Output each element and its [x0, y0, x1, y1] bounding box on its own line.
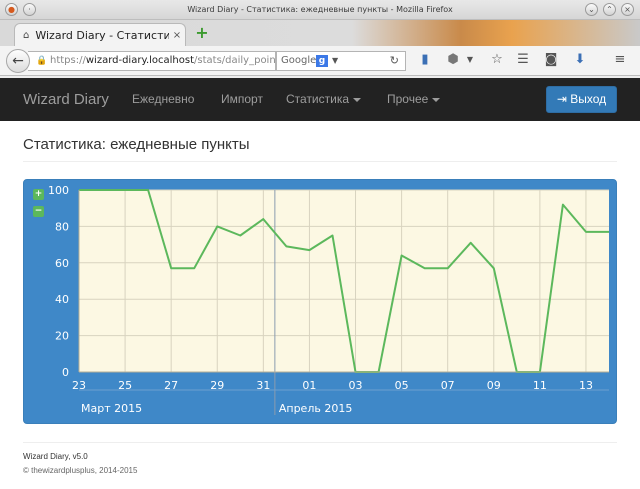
url-scheme: https://	[50, 55, 86, 66]
back-button[interactable]: ←	[6, 49, 30, 73]
x-tick-label: 01	[302, 379, 316, 392]
y-tick-label: 100	[48, 184, 69, 197]
nav-daily[interactable]: Ежедневно	[132, 78, 194, 121]
month-label: Март 2015	[81, 402, 142, 415]
y-tick-label: 60	[55, 257, 69, 270]
x-tick-label: 29	[210, 379, 224, 392]
title-divider	[23, 161, 617, 162]
x-tick-label: 31	[256, 379, 270, 392]
search-dropdown-icon[interactable]: ▼	[332, 52, 338, 70]
nav-other[interactable]: Прочее	[387, 78, 441, 121]
footer-version: Wizard Diary, v5.0	[23, 452, 88, 461]
window-close-icon[interactable]: ×	[621, 3, 634, 16]
tab-close-icon[interactable]: ×	[169, 30, 185, 41]
tab-strip: ⌂ Wizard Diary - Статисти... × +	[0, 20, 640, 46]
y-tick-label: 80	[55, 220, 69, 233]
bookmark-icon[interactable]: ▮	[417, 52, 433, 68]
y-tick-label: 0	[62, 366, 69, 379]
footer-divider	[23, 442, 617, 443]
nav-statistics-label: Статистика	[286, 92, 350, 106]
hamburger-menu-icon[interactable]: ≡	[612, 52, 628, 68]
caret-down-icon	[353, 97, 362, 102]
page-title: Статистика: ежедневные пункты	[23, 136, 250, 153]
x-tick-label: 05	[395, 379, 409, 392]
reader-icon[interactable]: ☰	[515, 52, 531, 68]
back-arrow-icon: ←	[12, 53, 24, 69]
adblock-icon[interactable]: ⬢	[445, 52, 461, 68]
reload-icon[interactable]: ↻	[390, 52, 399, 70]
page-content: Статистика: ежедневные пункты 0 20 40 60 80 1…	[0, 121, 640, 489]
brand-link[interactable]: Wizard Diary	[23, 78, 109, 121]
nav-import[interactable]: Импорт	[221, 78, 263, 121]
nav-other-label: Прочее	[387, 92, 429, 106]
logout-icon: ⇥	[556, 92, 567, 106]
search-engine-label: Google	[281, 55, 317, 66]
chart-panel: 0 20 40 60 80 100 23 25 27 29 31 01 03 05 07 09 11 13 Март…	[23, 179, 617, 424]
x-tick-label: 11	[533, 379, 547, 392]
y-tick-label: 40	[55, 293, 69, 306]
footer-copyright: © thewizardplusplus, 2014-2015	[23, 466, 138, 475]
star-icon[interactable]: ☆	[489, 52, 505, 68]
nav-statistics[interactable]: Статистика	[286, 78, 362, 121]
x-tick-label: 03	[349, 379, 363, 392]
x-tick-label: 23	[72, 379, 86, 392]
zoom-in-button[interactable]: +	[33, 189, 44, 200]
month-label: Апрель 2015	[279, 402, 352, 415]
x-tick-label: 13	[579, 379, 593, 392]
y-tick-label: 20	[55, 330, 69, 343]
window-minimize-icon[interactable]: ⌄	[585, 3, 598, 16]
x-tick-label: 27	[164, 379, 178, 392]
google-icon: g	[316, 55, 328, 67]
lock-icon: 🔒	[36, 56, 48, 66]
url-bar[interactable]: 🔒 https://wizard-diary.localhost/stats/d…	[28, 51, 276, 71]
adblock-dropdown-icon[interactable]: ▼	[462, 52, 478, 68]
new-tab-icon[interactable]: +	[194, 25, 210, 41]
window-maximize-icon[interactable]: ⌃	[603, 3, 616, 16]
logout-button[interactable]: ⇥ Выход	[546, 86, 617, 113]
window-titlebar: ● · Wizard Diary - Статистика: ежедневны…	[0, 0, 640, 20]
zoom-out-button[interactable]: −	[33, 206, 44, 217]
logout-label: Выход	[570, 92, 607, 106]
x-tick-label: 07	[441, 379, 455, 392]
window-title: Wizard Diary - Статистика: ежедневные пу…	[187, 5, 453, 14]
tab-title: Wizard Diary - Статисти...	[35, 28, 169, 42]
url-path: /stats/daily_points	[194, 55, 276, 66]
search-bar[interactable]: Google g ▼ ↻	[276, 51, 406, 71]
daily-points-chart[interactable]: 0 20 40 60 80 100 23 25 27 29 31 01 03 05 07 09 11 13 Март…	[24, 180, 618, 425]
x-tick-label: 25	[118, 379, 132, 392]
wizard-hat-icon: ⌂	[23, 29, 30, 41]
url-host: wizard-diary.localhost	[85, 55, 195, 66]
site-navbar: Wizard Diary Ежедневно Импорт Статистика…	[0, 78, 640, 121]
download-icon[interactable]: ⬇	[572, 52, 588, 68]
plot-area	[79, 190, 609, 372]
tab-wizard-diary[interactable]: ⌂ Wizard Diary - Статисти... ×	[14, 23, 186, 46]
pocket-icon[interactable]: ◙	[543, 52, 559, 68]
caret-down-icon	[432, 97, 441, 102]
x-tick-label: 09	[487, 379, 501, 392]
